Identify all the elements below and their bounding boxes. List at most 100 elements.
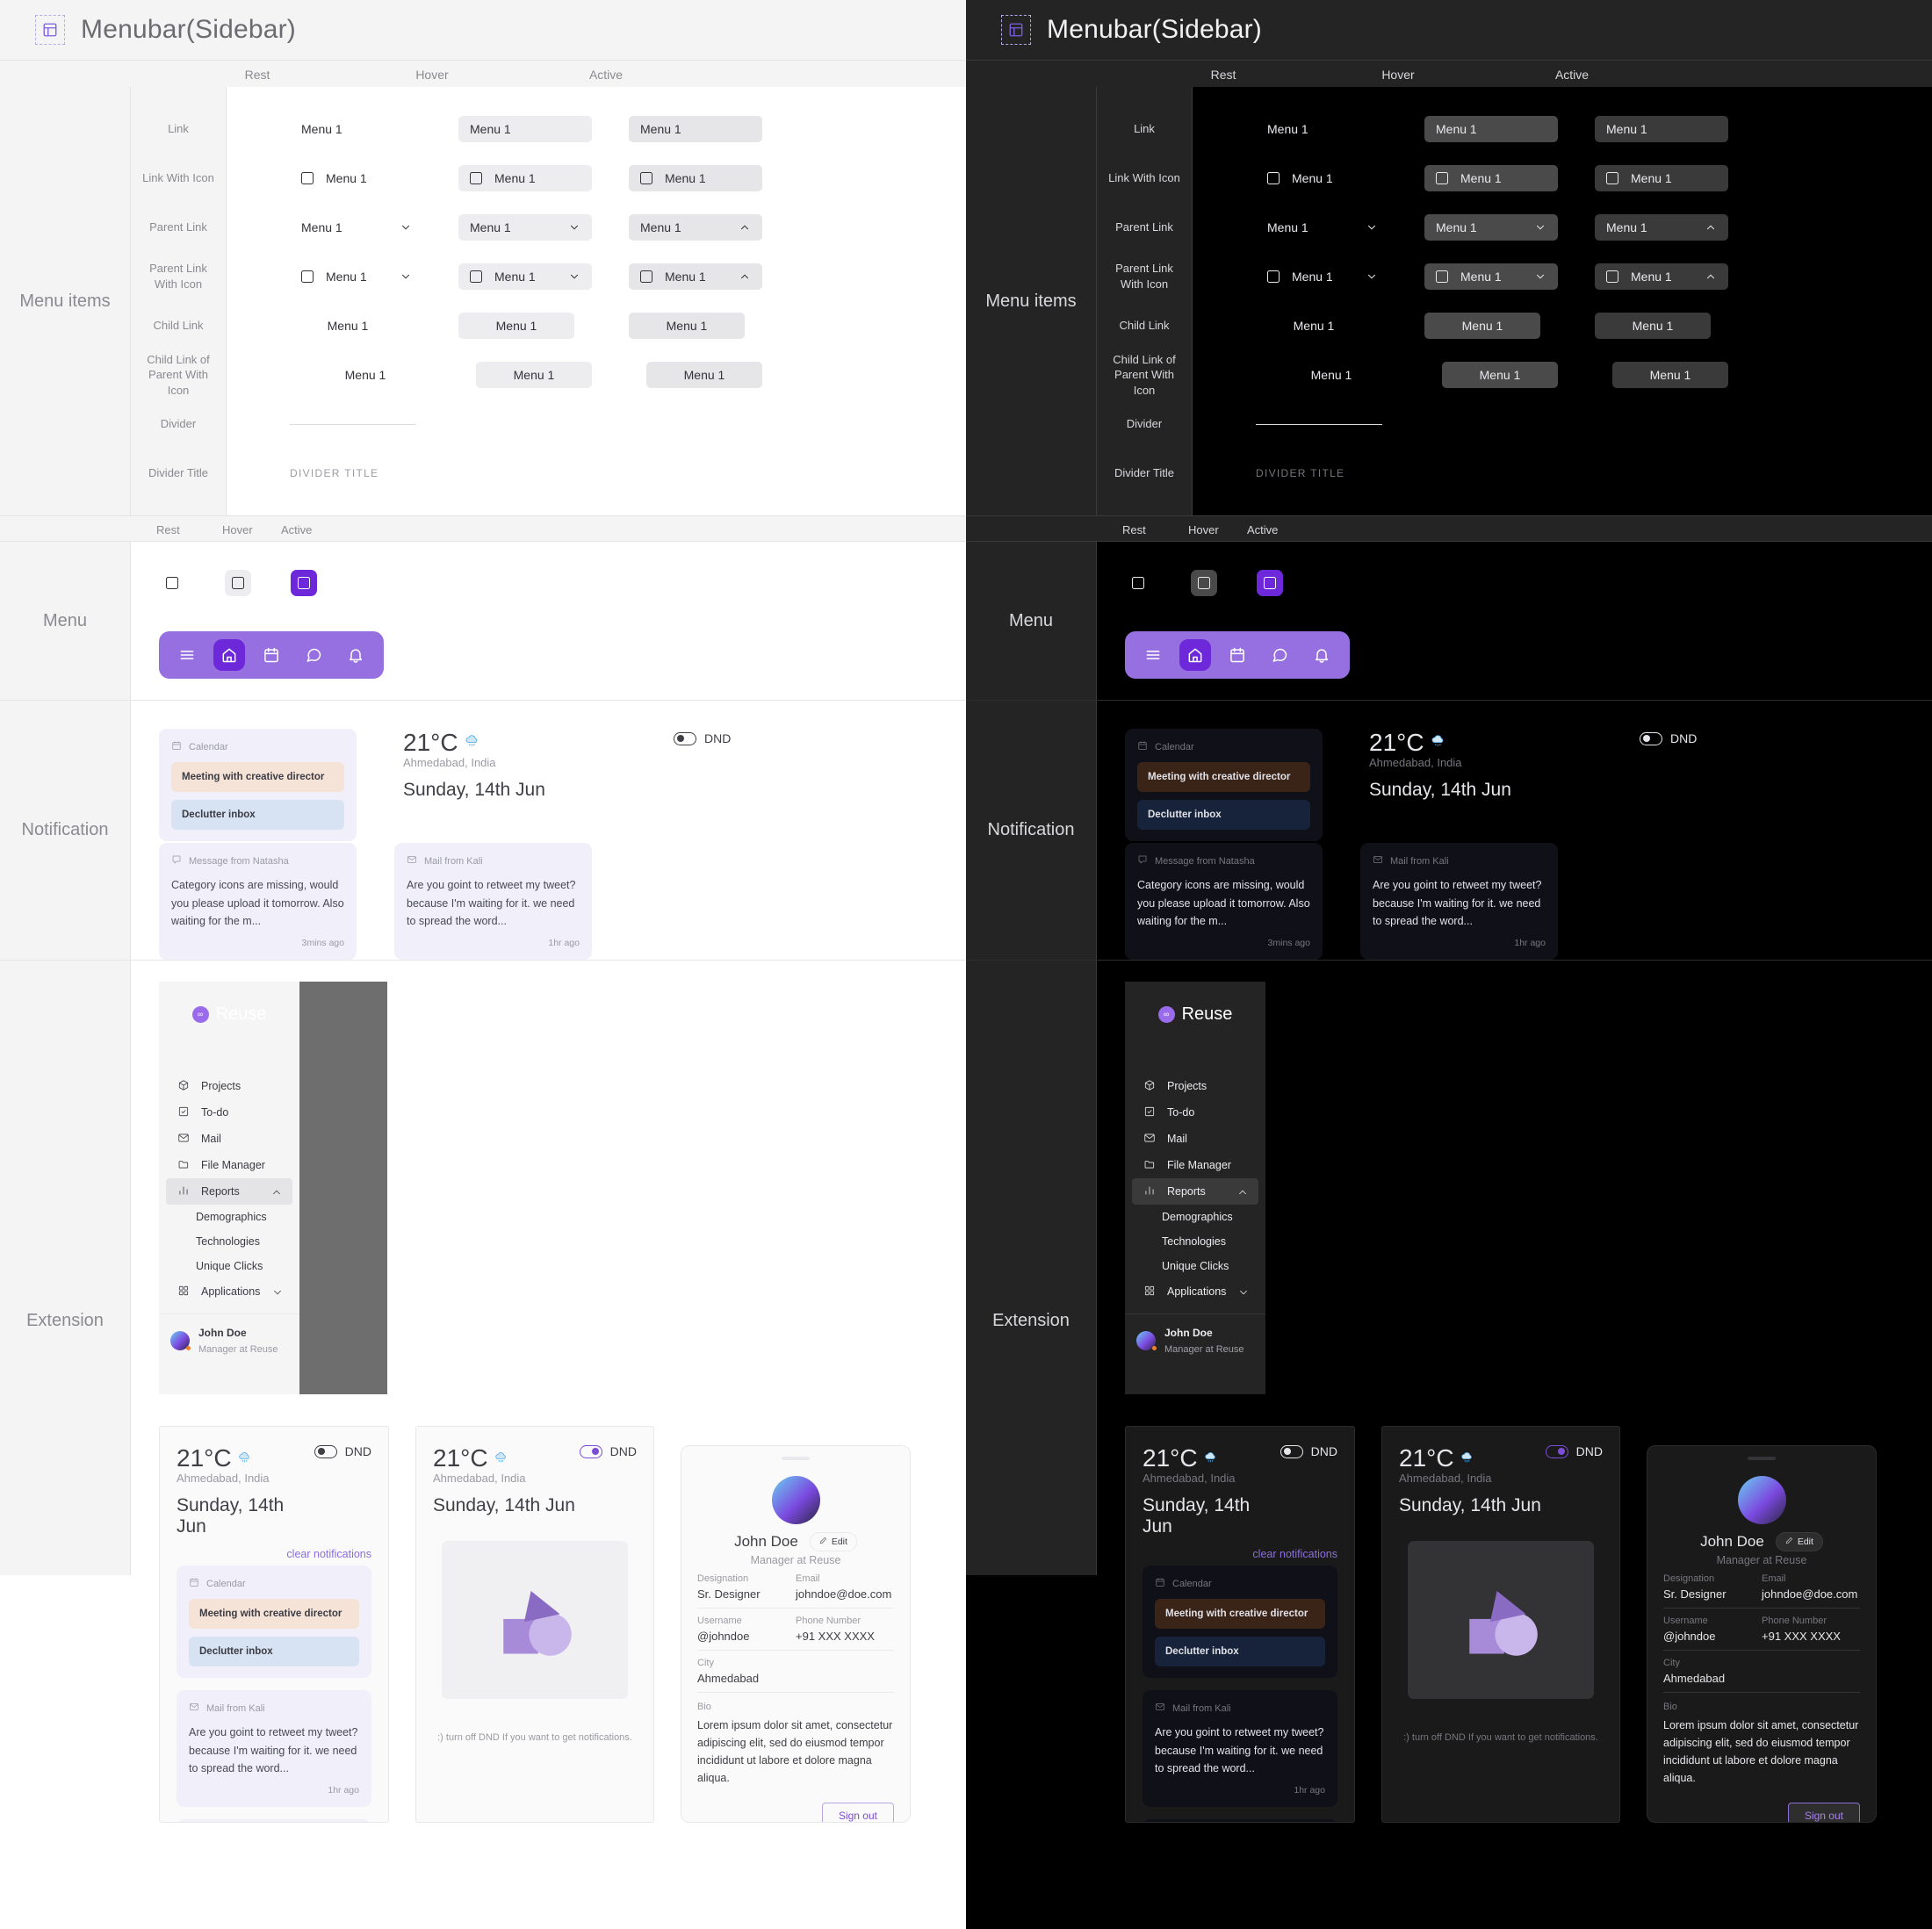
dnd-extension-panel[interactable]: 21°C Ahmedabad, India Sunday, 14th Jun DND:… bbox=[415, 1426, 654, 1823]
chevron-down-icon[interactable] bbox=[1366, 270, 1378, 283]
mail-notification-card[interactable]: Mail from Kali Are you goint to retweet m… bbox=[1360, 843, 1558, 960]
menu-item-link-rest[interactable]: Menu 1 bbox=[1256, 116, 1389, 142]
toolbar-chat-icon[interactable] bbox=[298, 639, 329, 671]
menu-icon-button-active[interactable] bbox=[291, 570, 317, 596]
menu-item-parent-icon-rest[interactable]: Menu 1 bbox=[1256, 263, 1389, 290]
toolbar-bell-icon[interactable] bbox=[340, 639, 371, 671]
chevron-down-icon[interactable] bbox=[1237, 1286, 1248, 1297]
menu-icon-button-hover[interactable] bbox=[1191, 570, 1217, 596]
notifications-extension-panel[interactable]: 21°C Ahmedabad, India Sunday, 14th Jun DND c… bbox=[159, 1426, 389, 1823]
clear-notifications-link[interactable]: clear notifications bbox=[1143, 1548, 1337, 1560]
drag-handle[interactable] bbox=[782, 1457, 810, 1460]
chevron-up-icon[interactable] bbox=[1236, 1186, 1247, 1197]
menu-toolbar[interactable] bbox=[159, 631, 384, 679]
dnd-toggle-row[interactable]: DND bbox=[1640, 731, 1697, 745]
chevron-down-icon[interactable] bbox=[400, 270, 412, 283]
sidebar-item-file-manager[interactable]: File Manager bbox=[166, 1152, 292, 1178]
calendar-event[interactable]: Declutter inbox bbox=[1137, 800, 1310, 830]
chevron-down-icon[interactable] bbox=[1534, 270, 1546, 283]
toolbar-home-icon[interactable] bbox=[1179, 639, 1211, 671]
menu-item-parent-rest[interactable]: Menu 1 bbox=[1256, 214, 1389, 241]
menu-item-parent-rest[interactable]: Menu 1 bbox=[290, 214, 423, 241]
calendar-event[interactable]: Meeting with creative director bbox=[1155, 1599, 1325, 1629]
menu-item-child-active[interactable]: Menu 1 bbox=[1595, 313, 1711, 339]
sidebar-child-technologies[interactable]: Technologies bbox=[159, 1229, 299, 1254]
menu-toolbar[interactable] bbox=[1125, 631, 1350, 679]
sidebar-child-demographics[interactable]: Demographics bbox=[159, 1205, 299, 1229]
chevron-down-icon[interactable] bbox=[400, 221, 412, 234]
menu-item-link-icon-hover[interactable]: Menu 1 bbox=[458, 165, 592, 191]
menu-item-child-rest[interactable]: Menu 1 bbox=[290, 313, 406, 339]
sidebar-user[interactable]: John Doe Manager at Reuse bbox=[1125, 1314, 1265, 1367]
calendar-event[interactable]: Meeting with creative director bbox=[1137, 762, 1310, 792]
profile-extension-panel[interactable]: John Doe Edit Manager at Reuse Designation S… bbox=[681, 1445, 911, 1823]
dnd-toggle[interactable] bbox=[579, 1444, 602, 1458]
menu-item-link-icon-rest[interactable]: Menu 1 bbox=[290, 165, 423, 191]
sidebar-item-reports[interactable]: Reports bbox=[166, 1178, 292, 1205]
chevron-down-icon[interactable] bbox=[1366, 221, 1378, 234]
message-notification-card[interactable]: Message from NatashaCategory icons are m… bbox=[1125, 843, 1323, 960]
menu-item-link-rest[interactable]: Menu 1 bbox=[290, 116, 423, 142]
menu-item-parent-icon-hover[interactable]: Menu 1 bbox=[458, 263, 592, 290]
toolbar-hamburger-icon[interactable] bbox=[171, 639, 203, 671]
sidebar-item-to-do[interactable]: To-do bbox=[166, 1099, 292, 1126]
toolbar-hamburger-icon[interactable] bbox=[1137, 639, 1169, 671]
menu-item-child-hover[interactable]: Menu 1 bbox=[458, 313, 574, 339]
sign-out-button[interactable]: Sign out bbox=[1787, 1803, 1860, 1822]
menu-item-child-icon-hover[interactable]: Menu 1 bbox=[476, 362, 592, 388]
sidebar-item-file-manager[interactable]: File Manager bbox=[1132, 1152, 1258, 1178]
chevron-down-icon[interactable] bbox=[568, 270, 580, 283]
dnd-toggle-row[interactable]: DND bbox=[579, 1444, 637, 1458]
profile-extension-panel[interactable]: John Doe Edit Manager at Reuse Designation S… bbox=[1647, 1445, 1877, 1823]
toolbar-chat-icon[interactable] bbox=[1264, 639, 1295, 671]
clear-notifications-link[interactable]: clear notifications bbox=[177, 1548, 371, 1560]
menu-icon-button-active[interactable] bbox=[1257, 570, 1283, 596]
dnd-toggle[interactable] bbox=[674, 731, 696, 745]
sidebar-item-applications[interactable]: Applications bbox=[166, 1278, 292, 1305]
menu-item-link-icon-rest[interactable]: Menu 1 bbox=[1256, 165, 1389, 191]
menu-item-link-hover[interactable]: Menu 1 bbox=[1424, 116, 1558, 142]
menu-item-link-icon-hover[interactable]: Menu 1 bbox=[1424, 165, 1558, 191]
toolbar-home-icon[interactable] bbox=[213, 639, 245, 671]
menu-item-parent-active[interactable]: Menu 1 bbox=[629, 214, 762, 241]
calendar-event[interactable]: Meeting with creative director bbox=[189, 1599, 359, 1629]
notifications-extension-panel[interactable]: 21°C Ahmedabad, India Sunday, 14th Jun DND c… bbox=[1125, 1426, 1355, 1823]
sidebar-item-projects[interactable]: Projects bbox=[166, 1073, 292, 1099]
chevron-up-icon[interactable] bbox=[739, 270, 751, 283]
calendar-notification-card[interactable]: Calendar Meeting with creative director De… bbox=[1125, 729, 1323, 841]
menu-item-parent-icon-hover[interactable]: Menu 1 bbox=[1424, 263, 1558, 290]
menu-item-child-icon-rest[interactable]: Menu 1 bbox=[1273, 362, 1389, 388]
menu-icon-button-rest[interactable] bbox=[159, 570, 185, 596]
edit-profile-button[interactable]: Edit bbox=[1775, 1532, 1823, 1551]
sidebar-item-reports[interactable]: Reports bbox=[1132, 1178, 1258, 1205]
toolbar-bell-icon[interactable] bbox=[1306, 639, 1337, 671]
mail-notification-card[interactable]: Mail from Kali Are you goint to retweet m… bbox=[394, 843, 592, 960]
chevron-down-icon[interactable] bbox=[568, 221, 580, 234]
dnd-toggle[interactable] bbox=[314, 1444, 337, 1458]
menu-item-child-hover[interactable]: Menu 1 bbox=[1424, 313, 1540, 339]
menu-item-child-icon-active[interactable]: Menu 1 bbox=[1612, 362, 1728, 388]
chevron-down-icon[interactable] bbox=[271, 1286, 282, 1297]
edit-profile-button[interactable]: Edit bbox=[809, 1532, 857, 1551]
chevron-up-icon[interactable] bbox=[1705, 221, 1717, 234]
sidebar-item-mail[interactable]: Mail bbox=[166, 1126, 292, 1152]
menu-item-parent-icon-active[interactable]: Menu 1 bbox=[629, 263, 762, 290]
dnd-toggle-row[interactable]: DND bbox=[1545, 1444, 1603, 1458]
message-notification-card[interactable]: Message from NatashaCategory icons are m… bbox=[1143, 1818, 1337, 1822]
menu-item-link-hover[interactable]: Menu 1 bbox=[458, 116, 592, 142]
calendar-notification-card[interactable]: Calendar Meeting with creative director De… bbox=[1143, 1566, 1337, 1678]
menu-item-parent-active[interactable]: Menu 1 bbox=[1595, 214, 1728, 241]
calendar-event[interactable]: Declutter inbox bbox=[171, 800, 344, 830]
calendar-event[interactable]: Meeting with creative director bbox=[171, 762, 344, 792]
dnd-toggle[interactable] bbox=[1280, 1444, 1303, 1458]
dnd-toggle[interactable] bbox=[1640, 731, 1662, 745]
menu-item-link-icon-active[interactable]: Menu 1 bbox=[1595, 165, 1728, 191]
dnd-toggle-row[interactable]: DND bbox=[674, 731, 731, 745]
calendar-notification-card[interactable]: Calendar Meeting with creative director De… bbox=[159, 729, 357, 841]
menu-item-child-icon-active[interactable]: Menu 1 bbox=[646, 362, 762, 388]
calendar-event[interactable]: Declutter inbox bbox=[189, 1637, 359, 1666]
message-notification-card[interactable]: Message from NatashaCategory icons are m… bbox=[177, 1818, 371, 1822]
chevron-up-icon[interactable] bbox=[270, 1186, 281, 1197]
chevron-up-icon[interactable] bbox=[739, 221, 751, 234]
sign-out-button[interactable]: Sign out bbox=[821, 1803, 894, 1822]
